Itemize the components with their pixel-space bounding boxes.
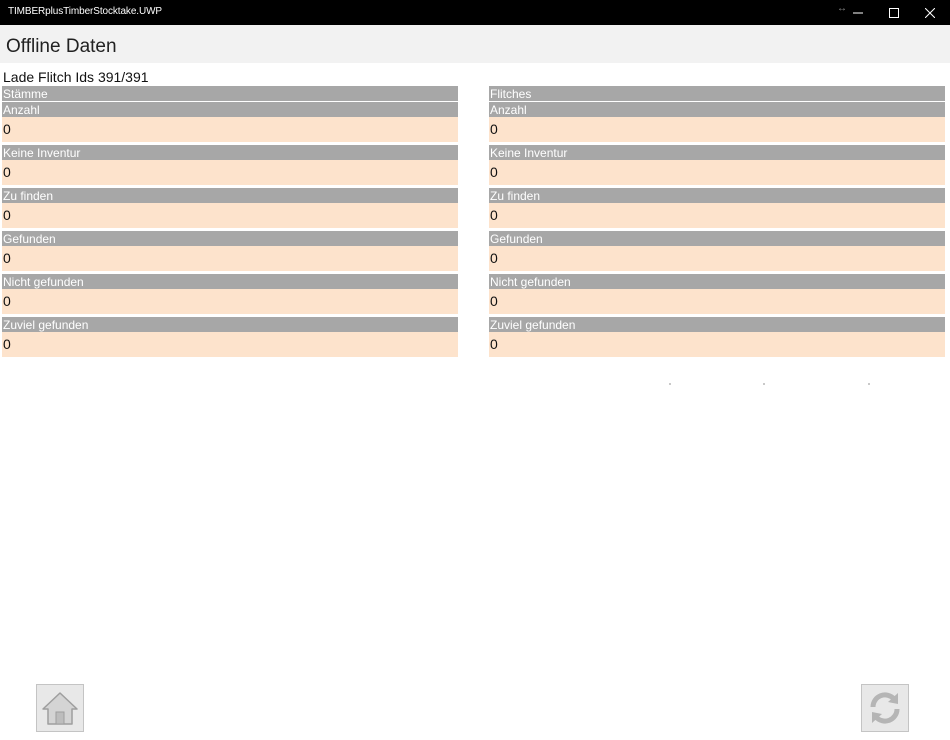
stat-label: Keine Inventur — [489, 145, 945, 160]
staemme-column: Stämme Anzahl 0 Keine Inventur 0 Zu find… — [2, 86, 458, 360]
title-bar: TIMBERplusTimberStocktake.UWP ↔ — [0, 0, 950, 25]
stat-value: 0 — [489, 289, 945, 314]
stat-value: 0 — [2, 332, 458, 357]
maximize-icon — [889, 7, 899, 18]
stat-label: Nicht gefunden — [489, 274, 945, 289]
stat-value: 0 — [489, 332, 945, 357]
page-title: Offline Daten — [6, 36, 117, 57]
stat-label: Zuviel gefunden — [489, 317, 945, 332]
stat-label: Anzahl — [2, 102, 458, 117]
refresh-button[interactable] — [861, 684, 909, 732]
loading-status-text: Lade Flitch Ids 391/391 — [3, 69, 149, 85]
stat-label: Anzahl — [489, 102, 945, 117]
close-button[interactable] — [912, 0, 948, 25]
stat-value: 0 — [2, 117, 458, 142]
stat-value: 0 — [489, 117, 945, 142]
stat-value: 0 — [2, 160, 458, 185]
column-header: Stämme — [2, 86, 458, 101]
maximize-button[interactable] — [876, 0, 912, 25]
stat-value: 0 — [489, 246, 945, 271]
home-icon — [42, 692, 78, 725]
close-icon — [925, 7, 935, 18]
minimize-button[interactable] — [840, 0, 876, 25]
loading-dot — [669, 383, 671, 385]
stat-label: Gefunden — [489, 231, 945, 246]
stat-value: 0 — [2, 203, 458, 228]
stat-value: 0 — [2, 246, 458, 271]
minimize-icon — [853, 12, 863, 13]
flitches-column: Flitches Anzahl 0 Keine Inventur 0 Zu fi… — [489, 86, 945, 360]
stat-label: Gefunden — [2, 231, 458, 246]
stat-label: Zu finden — [2, 188, 458, 203]
stat-label: Nicht gefunden — [2, 274, 458, 289]
loading-dot — [868, 383, 870, 385]
refresh-icon — [870, 692, 900, 724]
home-button[interactable] — [36, 684, 84, 732]
stat-value: 0 — [2, 289, 458, 314]
stat-label: Keine Inventur — [2, 145, 458, 160]
loading-dot — [763, 383, 765, 385]
stat-label: Zuviel gefunden — [2, 317, 458, 332]
stat-label: Zu finden — [489, 188, 945, 203]
stat-value: 0 — [489, 203, 945, 228]
page-header: Offline Daten — [0, 25, 950, 63]
window-title: TIMBERplusTimberStocktake.UWP — [8, 6, 162, 17]
column-header: Flitches — [489, 86, 945, 101]
stat-value: 0 — [489, 160, 945, 185]
